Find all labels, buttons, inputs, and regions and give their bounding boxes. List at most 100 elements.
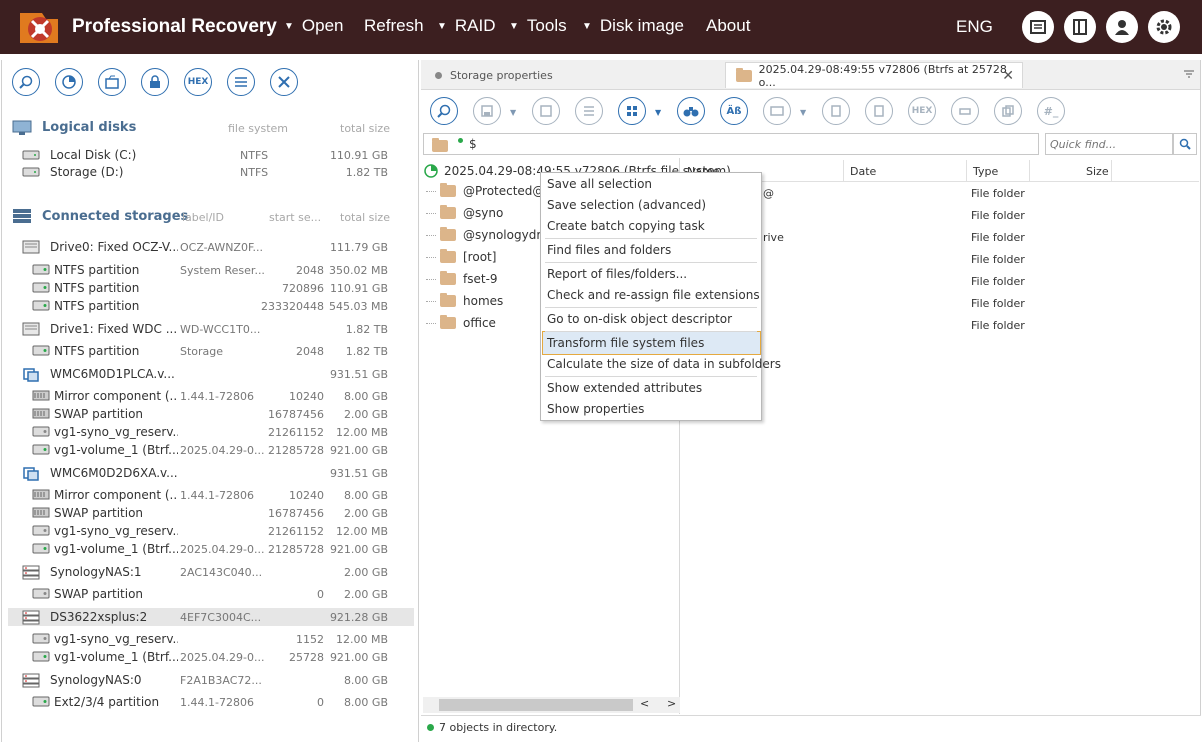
- copy-button[interactable]: [994, 97, 1022, 125]
- storage-row[interactable]: Mirror component (... 1.44.1-72806 10240 8.…: [8, 387, 414, 405]
- storage-name: WMC6M0D2D6XA.v...: [50, 466, 178, 480]
- menu-disk-image[interactable]: ▼ Disk image: [582, 16, 684, 36]
- quick-find-button[interactable]: [1173, 133, 1197, 155]
- tree-scrollbar[interactable]: < >: [423, 697, 680, 713]
- batch-task-button[interactable]: [532, 97, 560, 125]
- storage-row[interactable]: vg1-volume_1 (Btrf... 2025.04.29-0... 2128…: [8, 540, 414, 558]
- scan-button[interactable]: [55, 68, 83, 96]
- menu-open[interactable]: ▼ Open: [284, 16, 344, 36]
- find-button[interactable]: [12, 68, 40, 96]
- col-date[interactable]: Date: [850, 165, 876, 178]
- storage-row[interactable]: NTFS partition 233320448 545.03 MB: [8, 297, 414, 315]
- quick-find-input[interactable]: [1045, 133, 1173, 155]
- storage-row[interactable]: vg1-syno_vg_reserv... 1152 12.00 MB: [8, 630, 414, 648]
- account-button[interactable]: [1106, 11, 1138, 43]
- scrollbar-thumb[interactable]: [439, 699, 633, 711]
- menu-refresh[interactable]: Refresh: [364, 16, 424, 36]
- menu-save-all-selection[interactable]: Save all selection: [547, 177, 652, 191]
- tree-folder[interactable]: @syno: [426, 203, 503, 223]
- tab-menu-icon[interactable]: [1184, 70, 1194, 78]
- checklist-button[interactable]: [575, 97, 603, 125]
- storage-row[interactable]: SWAP partition 16787456 2.00 GB: [8, 504, 414, 522]
- settings-button[interactable]: [1148, 11, 1180, 43]
- storage-row[interactable]: SWAP partition 16787456 2.00 GB: [8, 405, 414, 423]
- menu-tools[interactable]: ▼ Tools: [509, 16, 567, 36]
- view-dropdown-icon[interactable]: ▼: [655, 108, 661, 117]
- menu-check-extensions[interactable]: Check and re-assign file extensions: [547, 288, 760, 302]
- batch-icon: [540, 105, 552, 117]
- file-open-button[interactable]: [865, 97, 893, 125]
- tab-storage-properties[interactable]: Storage properties: [435, 62, 553, 88]
- storage-row[interactable]: Ext2/3/4 partition 1.44.1-72806 0 8.00 GB: [8, 693, 414, 711]
- find-file-button[interactable]: [430, 97, 458, 125]
- menu-show-extended-attributes[interactable]: Show extended attributes: [547, 381, 702, 395]
- storage-start: 21285728: [268, 543, 324, 556]
- scroll-right-icon[interactable]: >: [667, 697, 676, 710]
- menu-transform-fs-files[interactable]: Transform file system files: [547, 336, 704, 350]
- storage-row[interactable]: Drive0: Fixed OCZ-V... OCZ-AWNZ0F... 111.7…: [8, 238, 414, 256]
- storage-row[interactable]: SWAP partition 0 2.00 GB: [8, 585, 414, 603]
- storage-row[interactable]: vg1-syno_vg_reserv... 21261152 12.00 MB: [8, 522, 414, 540]
- storage-row[interactable]: NTFS partition Storage 2048 1.82 TB: [8, 342, 414, 360]
- monitor-icon: [12, 120, 32, 135]
- language-selector[interactable]: ENG: [956, 17, 993, 37]
- text-search-button[interactable]: Äß: [720, 97, 748, 125]
- storage-row[interactable]: Mirror component (... 1.44.1-72806 10240 8.…: [8, 486, 414, 504]
- menu-save-selection-advanced[interactable]: Save selection (advanced): [547, 198, 706, 212]
- tree-folder[interactable]: homes: [426, 291, 503, 311]
- part-icon: [32, 651, 50, 662]
- tree-folder[interactable]: fset-9: [426, 269, 498, 289]
- menu-calculate-size[interactable]: Calculate the size of data in subfolders: [547, 357, 781, 371]
- app-title: Professional Recovery: [72, 16, 277, 37]
- col-type[interactable]: Type: [973, 165, 998, 178]
- context-menu: Save all selection Save selection (advan…: [540, 172, 781, 421]
- menu-find-files[interactable]: Find files and folders: [547, 243, 671, 257]
- path-bar[interactable]: $: [423, 133, 1039, 155]
- hash-button[interactable]: #_: [1037, 97, 1065, 125]
- log-button[interactable]: [1022, 11, 1054, 43]
- storage-row[interactable]: SynologyNAS:1 2AC143C040... 2.00 GB: [8, 563, 414, 581]
- tree-folder[interactable]: @Protected@: [426, 181, 544, 201]
- save-dropdown-icon[interactable]: ▼: [510, 108, 516, 117]
- menu-show-properties[interactable]: Show properties: [547, 402, 644, 416]
- print-button[interactable]: [951, 97, 979, 125]
- tab-filesystem[interactable]: 2025.04.29-08:49:55 v72806 (Btrfs at 257…: [725, 62, 1023, 89]
- save-button[interactable]: [473, 97, 501, 125]
- menu-raid[interactable]: ▼ RAID: [437, 16, 496, 36]
- view-mode-button[interactable]: [618, 97, 646, 125]
- logical-disk-row[interactable]: Local Disk (C:) NTFS 110.91 GB: [8, 146, 414, 164]
- logical-disk-row[interactable]: Storage (D:) NTFS 1.82 TB: [8, 163, 414, 181]
- preview-dropdown-icon[interactable]: ▼: [800, 108, 806, 117]
- list-button[interactable]: [227, 68, 255, 96]
- storage-row[interactable]: vg1-syno_vg_reserv... 21261152 12.00 MB: [8, 423, 414, 441]
- file-settings-button[interactable]: [822, 97, 850, 125]
- tree-folder[interactable]: office: [426, 313, 496, 333]
- storage-row[interactable]: SynologyNAS:0 F2A1B3AC72... 8.00 GB: [8, 671, 414, 689]
- lock-button[interactable]: [141, 68, 169, 96]
- menu-about[interactable]: About: [706, 16, 750, 36]
- storage-row[interactable]: vg1-volume_1 (Btrf... 2025.04.29-0... 2572…: [8, 648, 414, 666]
- storage-label: 2AC143C040...: [180, 566, 263, 579]
- storage-row[interactable]: WMC6M0D2D6XA.v... 931.51 GB: [8, 464, 414, 482]
- storage-row[interactable]: WMC6M0D1PLCA.v... 931.51 GB: [8, 365, 414, 383]
- storage-row[interactable]: DS3622xsplus:2 4EF7C3004C... 921.28 GB: [8, 608, 414, 626]
- preview-button[interactable]: [763, 97, 791, 125]
- storage-row[interactable]: vg1-volume_1 (Btrf... 2025.04.29-0... 2128…: [8, 441, 414, 459]
- search-binoculars-button[interactable]: [677, 97, 705, 125]
- hex-view-button[interactable]: HEX: [908, 97, 936, 125]
- tree-folder[interactable]: [root]: [426, 247, 496, 267]
- close-button[interactable]: [270, 68, 298, 96]
- storage-row[interactable]: Drive1: Fixed WDC ... WD-WCC1T0... 1.82 TB: [8, 320, 414, 338]
- open-image-button[interactable]: [98, 68, 126, 96]
- menu-report[interactable]: Report of files/folders...: [547, 267, 687, 281]
- panel-toggle-button[interactable]: [1064, 11, 1096, 43]
- menu-create-batch-task[interactable]: Create batch copying task: [547, 219, 705, 233]
- storage-row[interactable]: NTFS partition 720896 110.91 GB: [8, 279, 414, 297]
- menu-go-to-descriptor[interactable]: Go to on-disk object descriptor: [547, 312, 732, 326]
- col-size[interactable]: Size: [1086, 165, 1109, 178]
- scroll-left-icon[interactable]: <: [640, 697, 649, 710]
- storage-row[interactable]: NTFS partition System Reser... 2048 350.02 …: [8, 261, 414, 279]
- folder-icon: [440, 271, 456, 285]
- hex-button[interactable]: HEX: [184, 68, 212, 96]
- tab-close-icon[interactable]: ✕: [1002, 68, 1014, 84]
